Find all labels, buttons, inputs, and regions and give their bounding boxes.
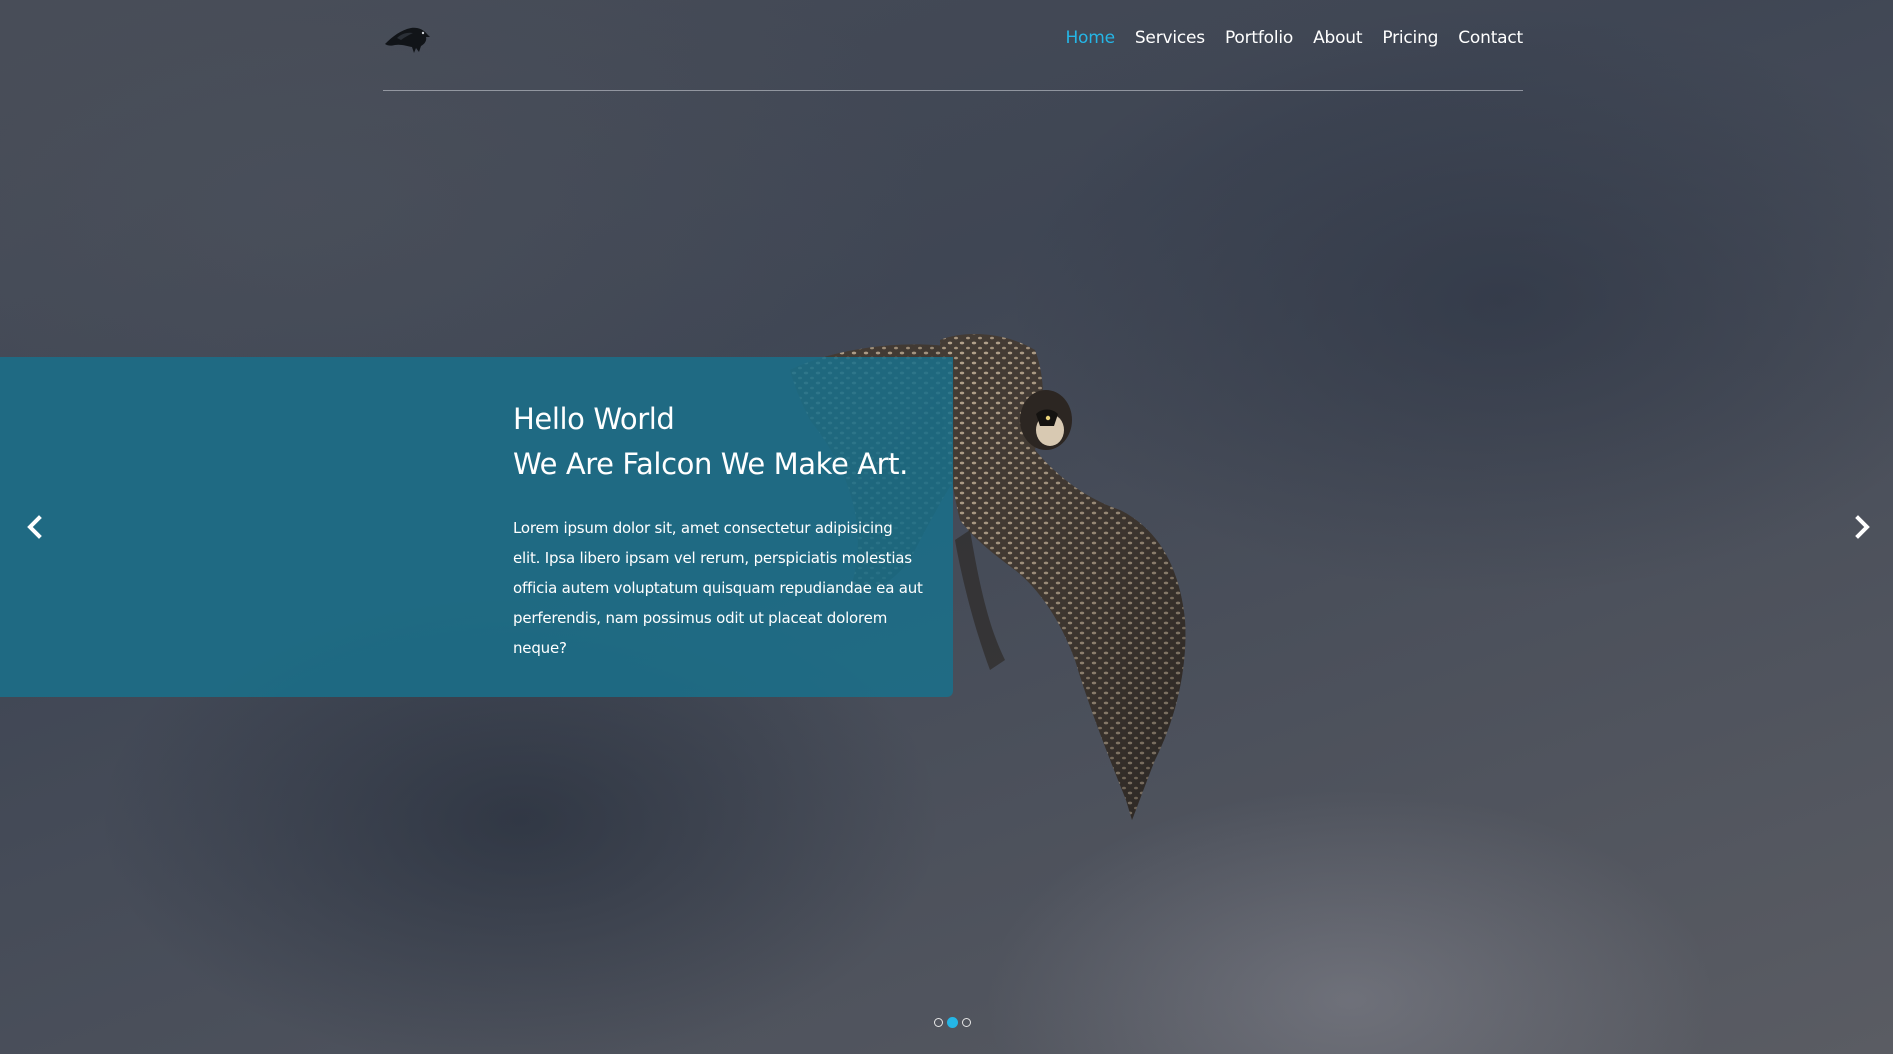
main-menu: Home Services Portfolio About Pricing Co…	[1065, 28, 1523, 48]
caption-title-line-2: We Are Falcon We Make Art.	[513, 447, 908, 481]
slider-prev-button[interactable]	[20, 512, 50, 542]
nav-item-pricing[interactable]: Pricing	[1382, 28, 1438, 48]
slider-dot-3[interactable]	[962, 1018, 971, 1027]
nav-item-about[interactable]: About	[1313, 28, 1362, 48]
hero-slider: Home Services Portfolio About Pricing Co…	[0, 0, 1893, 1054]
slider-dot-1[interactable]	[934, 1018, 943, 1027]
top-navigation: Home Services Portfolio About Pricing Co…	[383, 0, 1523, 91]
falcon-logo-icon[interactable]	[383, 22, 431, 58]
nav-item-services[interactable]: Services	[1135, 28, 1205, 48]
chevron-right-icon	[1855, 515, 1870, 539]
caption-title: Hello World We Are Falcon We Make Art.	[513, 397, 923, 487]
slide-caption: Hello World We Are Falcon We Make Art. L…	[0, 357, 953, 697]
nav-item-home[interactable]: Home	[1065, 28, 1115, 48]
nav-item-contact[interactable]: Contact	[1458, 28, 1523, 48]
slider-next-button[interactable]	[1847, 512, 1877, 542]
chevron-left-icon	[27, 515, 42, 539]
caption-content: Hello World We Are Falcon We Make Art. L…	[513, 397, 923, 663]
slider-dot-2[interactable]	[947, 1017, 958, 1028]
caption-title-line-1: Hello World	[513, 402, 675, 436]
slider-indicators	[934, 1017, 971, 1028]
nav-item-portfolio[interactable]: Portfolio	[1225, 28, 1293, 48]
caption-body: Lorem ipsum dolor sit, amet consectetur …	[513, 519, 923, 657]
